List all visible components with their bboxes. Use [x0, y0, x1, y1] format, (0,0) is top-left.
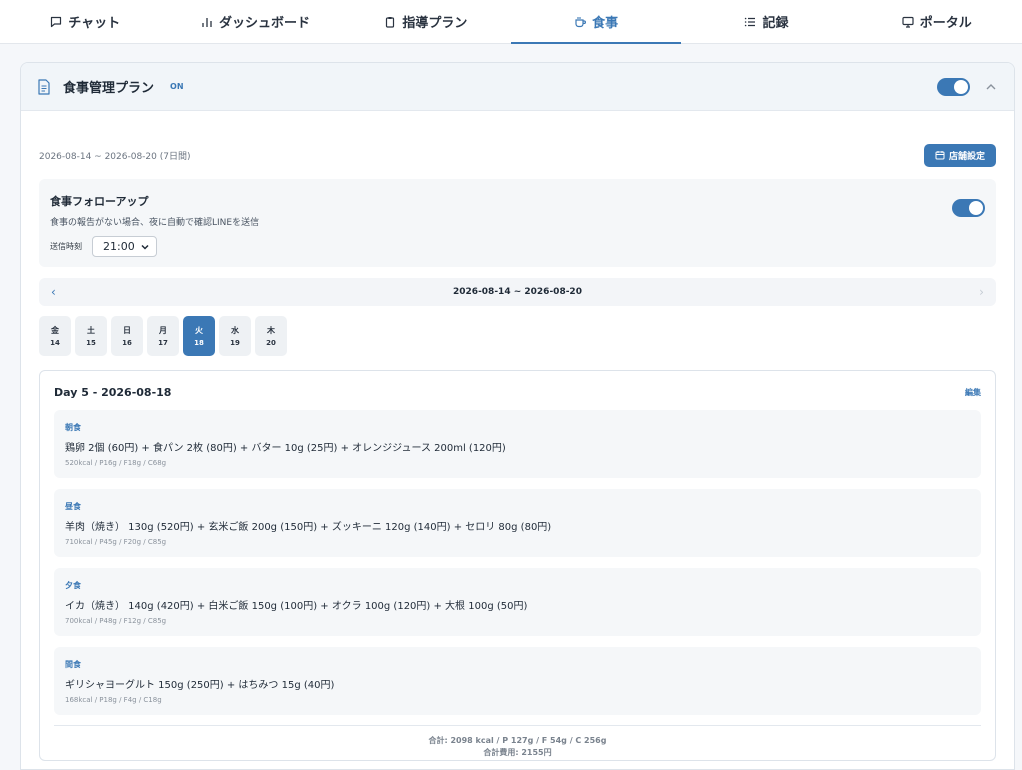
day-date: 16 — [122, 339, 132, 347]
edit-button[interactable]: 編集 — [965, 387, 981, 398]
bar-chart-icon — [202, 17, 212, 27]
top-nav: チャット ダッシュボード 指導プラン 食事 記録 ポータル — [0, 0, 1022, 44]
meal-items: 鶏卵 2個 (60円) + 食パン 2枚 (80円) + バター 10g (25… — [65, 443, 506, 454]
tab-label: ダッシュボード — [218, 16, 310, 31]
prev-week-icon[interactable]: ‹ — [51, 285, 56, 299]
total-cost: 合計費用: 2155円 — [483, 748, 552, 757]
tab-chat[interactable]: チャット — [0, 0, 170, 43]
day-button[interactable]: 日 16 — [111, 316, 143, 356]
send-time-label: 送信時刻 — [50, 242, 82, 251]
day-date: 14 — [50, 339, 60, 347]
tab-label: ポータル — [919, 16, 972, 31]
meal-name: 朝食 — [65, 423, 81, 432]
day-date: 19 — [230, 339, 240, 347]
day-detail-header: Day 5 - 2026-08-18 編集 — [54, 385, 981, 399]
list-icon — [745, 17, 756, 26]
followup-toggle[interactable] — [952, 199, 985, 217]
tab-label: チャット — [68, 16, 121, 31]
tab-label: 記録 — [762, 16, 789, 31]
total-nutrition: 合計: 2098 kcal / P 127g / F 54g / C 256g — [428, 736, 607, 745]
day-button[interactable]: 月 17 — [147, 316, 179, 356]
day-date: 18 — [194, 339, 204, 347]
meal-name: 夕食 — [65, 581, 81, 590]
clipboard-icon — [386, 16, 395, 28]
day-date: 20 — [266, 339, 276, 347]
week-navigator: ‹ 2026-08-14 ~ 2026-08-20 › — [39, 278, 996, 306]
meal-nutrition: 700kcal / P48g / F12g / C85g — [65, 617, 167, 625]
day-weekday: 日 — [123, 326, 131, 335]
day-button[interactable]: 土 15 — [75, 316, 107, 356]
day-weekday: 土 — [87, 326, 95, 335]
status-badge: ON — [170, 82, 184, 91]
day-date: 15 — [86, 339, 96, 347]
tab-portal[interactable]: ポータル — [852, 0, 1022, 43]
meal-name: 間食 — [65, 660, 81, 669]
chevron-up-icon[interactable] — [984, 80, 998, 94]
day-weekday: 火 — [195, 326, 203, 335]
send-time-select[interactable]: 21:00 — [92, 236, 157, 257]
followup-title: 食事フォローアップ — [50, 195, 149, 208]
day-weekday: 月 — [159, 326, 167, 335]
meal-plan-toggle[interactable] — [937, 77, 970, 96]
store-settings-label: 店舗設定 — [948, 151, 985, 162]
tab-label: 指導プラン — [402, 16, 468, 31]
meal-breakfast: 朝食 鶏卵 2個 (60円) + 食パン 2枚 (80円) + バター 10g … — [54, 410, 981, 478]
day-weekday: 水 — [231, 326, 239, 335]
tab-label: 食事 — [592, 16, 619, 31]
day-button[interactable]: 木 20 — [255, 316, 287, 356]
meal-lunch: 昼食 羊肉（焼き） 130g (520円) + 玄米ご飯 200g (150円)… — [54, 489, 981, 557]
tab-meals[interactable]: 食事 — [510, 0, 682, 44]
meal-items: 羊肉（焼き） 130g (520円) + 玄米ご飯 200g (150円) + … — [65, 522, 552, 533]
meal-plan-title: 食事管理プラン — [63, 81, 155, 96]
day-title: Day 5 - 2026-08-18 — [54, 385, 172, 399]
week-range-label: 2026-08-14 ~ 2026-08-20 — [453, 287, 582, 297]
cup-icon — [575, 16, 587, 27]
day-weekday: 木 — [267, 326, 275, 335]
meal-items: イカ（焼き） 140g (420円) + 白米ご飯 150g (100円) + … — [65, 601, 528, 612]
tab-records[interactable]: 記録 — [681, 0, 851, 43]
followup-panel: 食事フォローアップ 食事の報告がない場合、夜に自動で確認LINEを送信 送信時刻… — [39, 179, 996, 267]
meal-name: 昼食 — [65, 502, 81, 511]
meal-nutrition: 520kcal / P16g / F18g / C68g — [65, 459, 167, 467]
next-week-icon[interactable]: › — [979, 285, 984, 299]
day-selector: 金 14 土 15 日 16 月 17 火 18 水 19 木 20 — [39, 316, 996, 356]
day-button-selected[interactable]: 火 18 — [183, 316, 215, 356]
calendar-icon — [935, 151, 945, 160]
send-time-value: 21:00 — [103, 240, 135, 253]
chat-icon — [51, 16, 62, 27]
store-settings-button[interactable]: 店舗設定 — [923, 143, 996, 167]
day-date: 17 — [158, 339, 168, 347]
monitor-icon — [902, 16, 914, 28]
meal-nutrition: 168kcal / P18g / F4g / C18g — [65, 696, 162, 704]
meal-items: ギリシャヨーグルト 150g (250円) + はちみつ 15g (40円) — [65, 680, 335, 691]
tab-dashboard[interactable]: ダッシュボード — [170, 0, 340, 43]
meal-nutrition: 710kcal / P45g / F20g / C85g — [65, 538, 167, 546]
meal-dinner: 夕食 イカ（焼き） 140g (420円) + 白米ご飯 150g (100円)… — [54, 568, 981, 636]
plan-date-range: 2026-08-14 ~ 2026-08-20 (7日間) — [39, 151, 191, 162]
day-totals: 合計: 2098 kcal / P 127g / F 54g / C 256g … — [54, 725, 981, 759]
day-weekday: 金 — [51, 326, 59, 335]
day-button[interactable]: 金 14 — [39, 316, 71, 356]
meal-snack: 間食 ギリシャヨーグルト 150g (250円) + はちみつ 15g (40円… — [54, 647, 981, 715]
chevron-down-icon — [141, 244, 149, 250]
meal-plan-body: 2026-08-14 ~ 2026-08-20 (7日間) 店舗設定 食事フォロ… — [21, 111, 1014, 761]
day-detail-panel: Day 5 - 2026-08-18 編集 朝食 鶏卵 2個 (60円) + 食… — [39, 370, 996, 761]
tab-coaching-plan[interactable]: 指導プラン — [341, 0, 511, 43]
followup-time-row: 送信時刻 21:00 — [50, 236, 985, 257]
document-icon — [38, 78, 50, 95]
day-button[interactable]: 水 19 — [219, 316, 251, 356]
meal-plan-header[interactable]: 食事管理プラン ON — [21, 63, 1014, 111]
meal-plan-card: 食事管理プラン ON 2026-08-14 ~ 2026-08-20 (7日間)… — [20, 62, 1015, 770]
followup-description: 食事の報告がない場合、夜に自動で確認LINEを送信 — [50, 218, 260, 228]
meal-list: 朝食 鶏卵 2個 (60円) + 食パン 2枚 (80円) + バター 10g … — [54, 410, 981, 715]
